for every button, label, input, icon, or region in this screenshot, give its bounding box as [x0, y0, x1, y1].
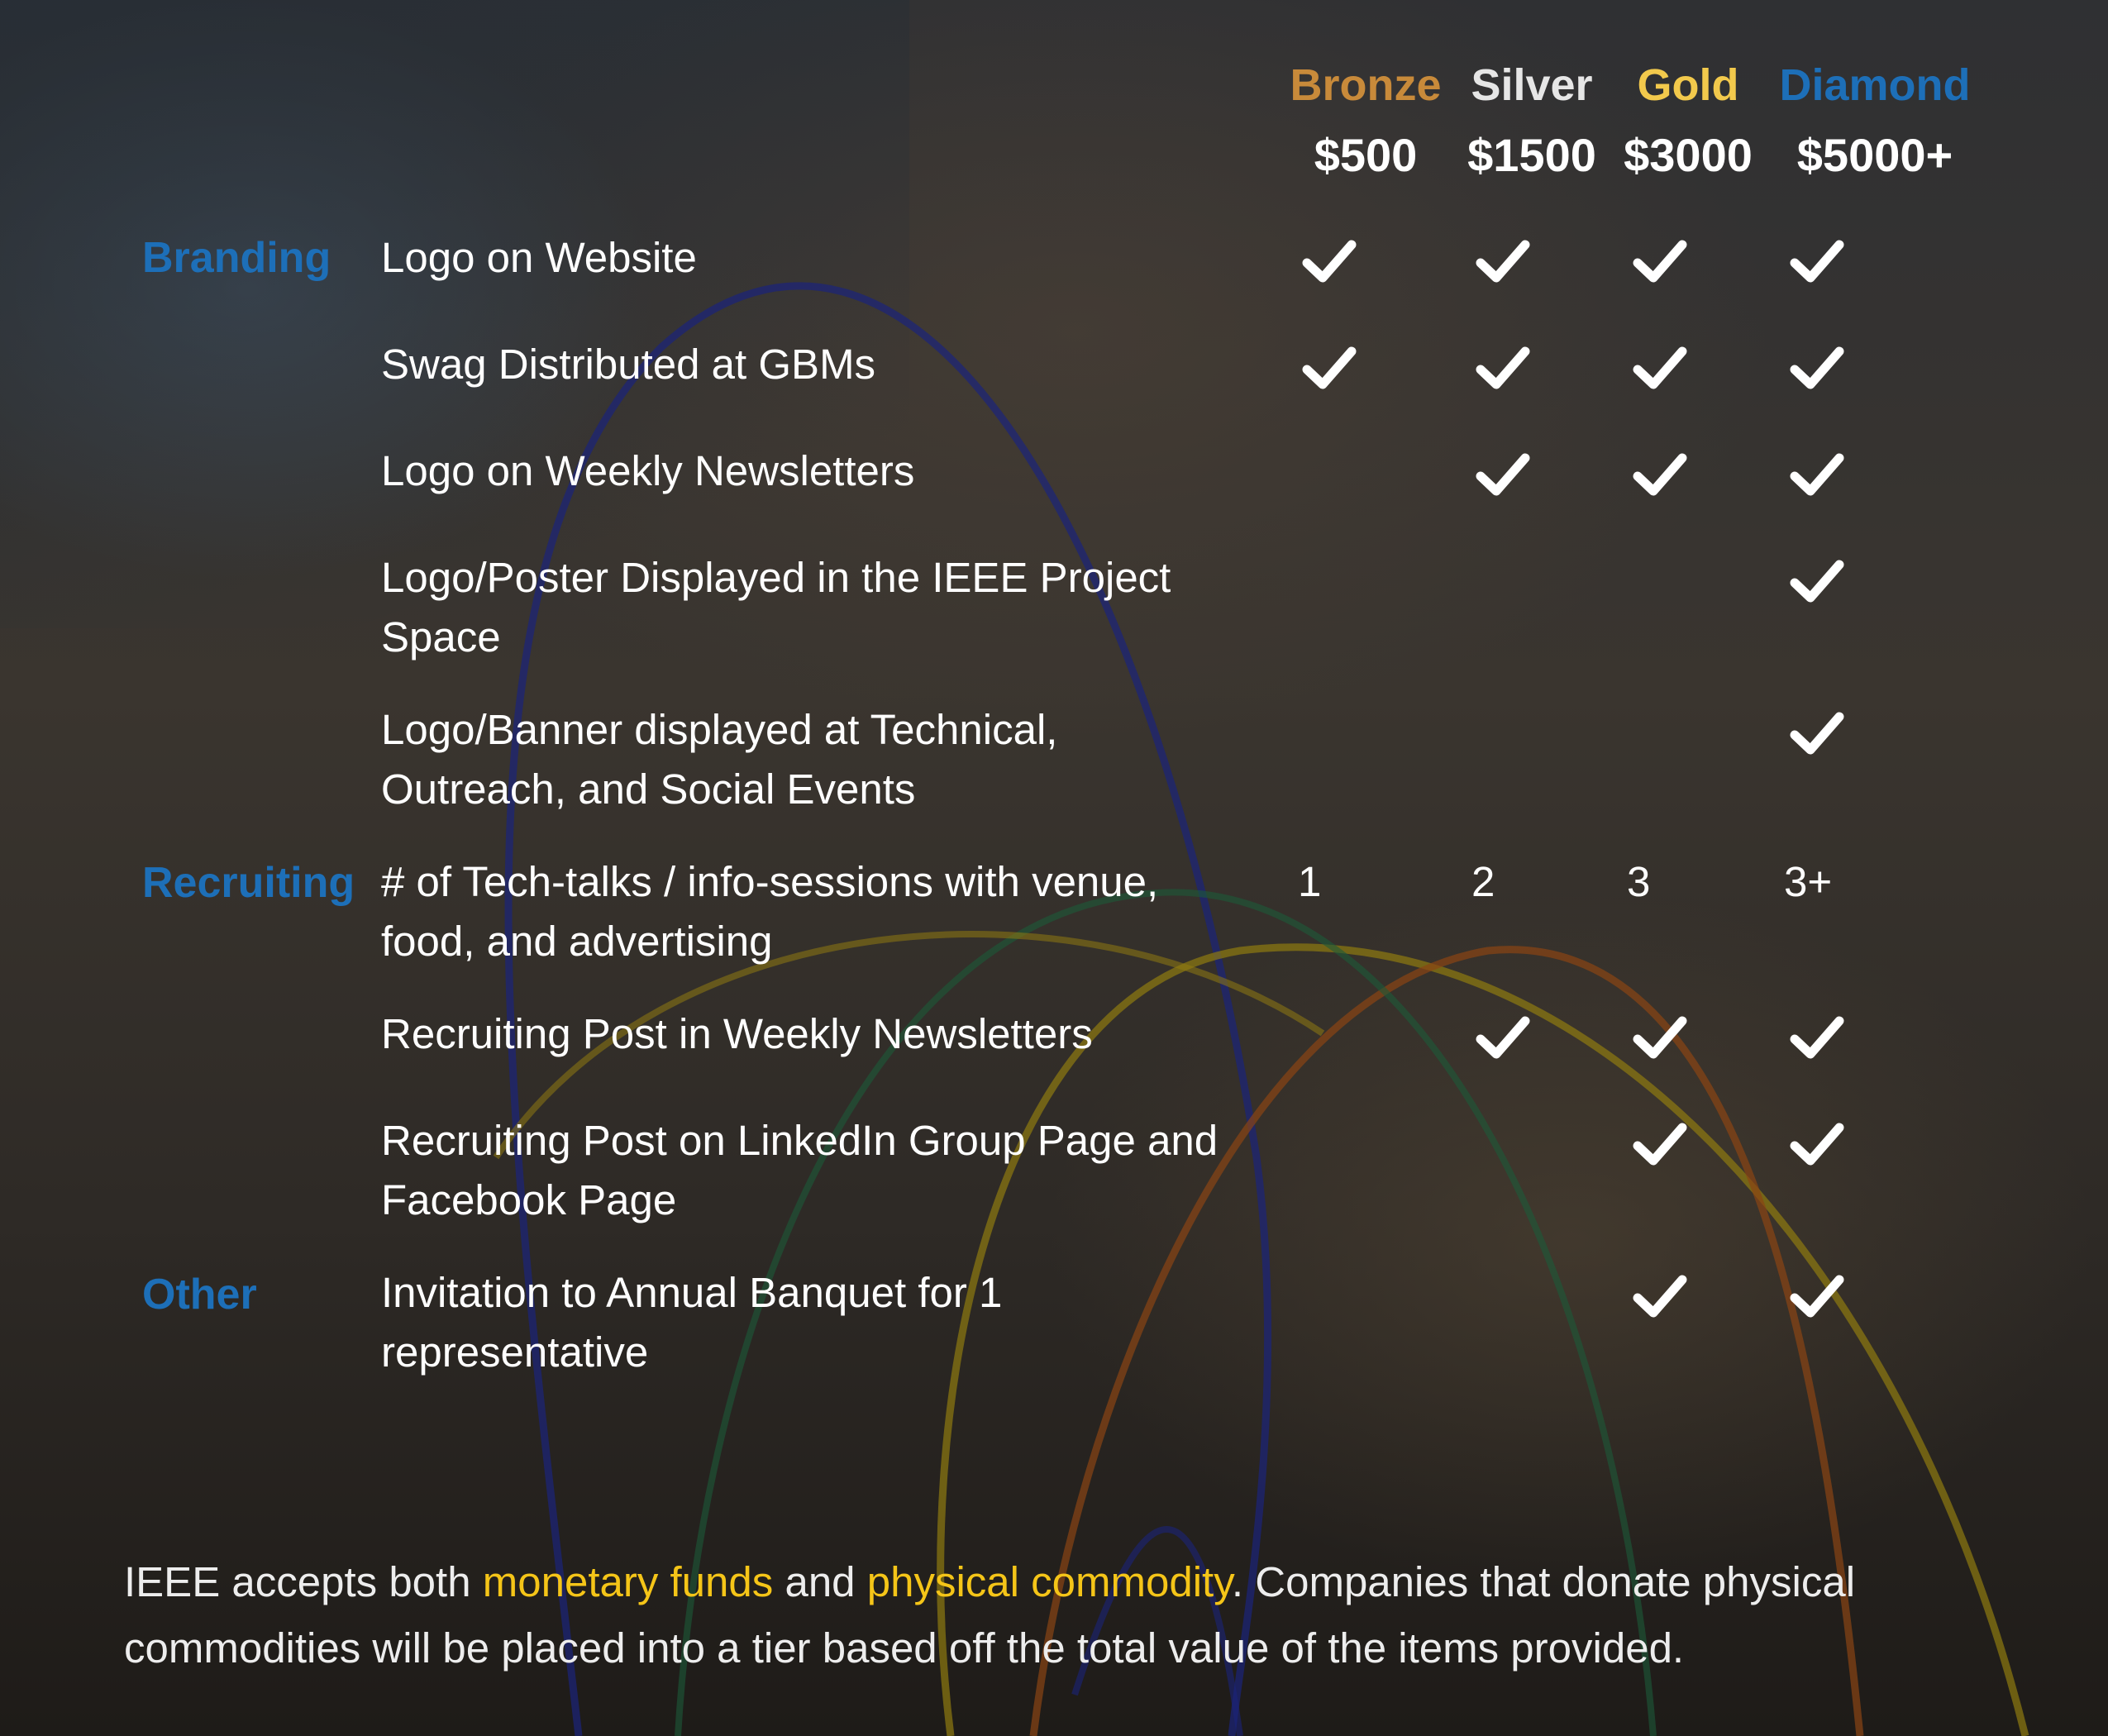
check-icon: [1631, 1013, 1689, 1062]
sponsorship-tiers-page: Bronze Silver Gold Diamond $500 $1500 $3…: [0, 0, 2108, 1736]
check-icon: [1788, 236, 1846, 286]
category-other: Other: [142, 1271, 257, 1319]
feature-label: Recruiting Post in Weekly Newsletters: [381, 1010, 1093, 1057]
session-count: 1: [1298, 858, 1322, 905]
check-icon: [1631, 236, 1689, 286]
tier-price-silver: $1500: [1467, 129, 1596, 181]
session-count: 3: [1627, 858, 1651, 905]
tier-name-diamond: Diamond: [1779, 60, 1971, 110]
check-icon: [1788, 1119, 1846, 1169]
tier-name-gold: Gold: [1637, 60, 1739, 110]
session-count: 3+: [1784, 858, 1833, 905]
footer-text: IEEE accepts both: [124, 1558, 483, 1605]
feature-label: Swag Distributed at GBMs: [381, 341, 876, 388]
check-icon: [1788, 556, 1846, 606]
check-icon: [1788, 343, 1846, 393]
feature-label: Logo/Poster Displayed in the IEEE Projec…: [381, 554, 1171, 661]
check-icon: [1788, 450, 1846, 499]
check-icon: [1631, 343, 1689, 393]
feature-label: Invitation to Annual Banquet for 1 repre…: [381, 1269, 1003, 1376]
feature-label: Logo/Banner displayed at Technical, Outr…: [381, 706, 1058, 813]
tier-price-diamond: $5000+: [1796, 129, 1953, 181]
feature-label: Logo on Website: [381, 234, 697, 281]
category-branding: Branding: [142, 234, 331, 282]
check-icon: [1474, 1013, 1532, 1062]
check-icon: [1474, 236, 1532, 286]
tier-name-silver: Silver: [1471, 60, 1593, 110]
feature-label: # of Tech-talks / info-sessions with ven…: [381, 858, 1159, 965]
feature-label: Recruiting Post on LinkedIn Group Page a…: [381, 1117, 1219, 1223]
check-icon: [1631, 1119, 1689, 1169]
category-recruiting: Recruiting: [142, 859, 355, 907]
tier-name-bronze: Bronze: [1290, 60, 1442, 110]
check-icon: [1788, 1013, 1846, 1062]
footer-note: IEEE accepts both monetary funds and phy…: [124, 1549, 1992, 1681]
check-icon: [1300, 236, 1358, 286]
session-count: 2: [1471, 858, 1495, 905]
check-icon: [1788, 1271, 1846, 1321]
footer-text: and: [773, 1558, 867, 1605]
check-icon: [1631, 450, 1689, 499]
feature-label: Logo on Weekly Newsletters: [381, 447, 915, 494]
check-icon: [1631, 1271, 1689, 1321]
tier-price-bronze: $500: [1314, 129, 1418, 181]
footer-highlight-commodity: physical commodity: [866, 1558, 1232, 1605]
check-icon: [1474, 450, 1532, 499]
footer-highlight-monetary: monetary funds: [482, 1558, 774, 1605]
check-icon: [1788, 708, 1846, 758]
check-icon: [1474, 343, 1532, 393]
tier-price-gold: $3000: [1624, 129, 1753, 181]
check-icon: [1300, 343, 1358, 393]
